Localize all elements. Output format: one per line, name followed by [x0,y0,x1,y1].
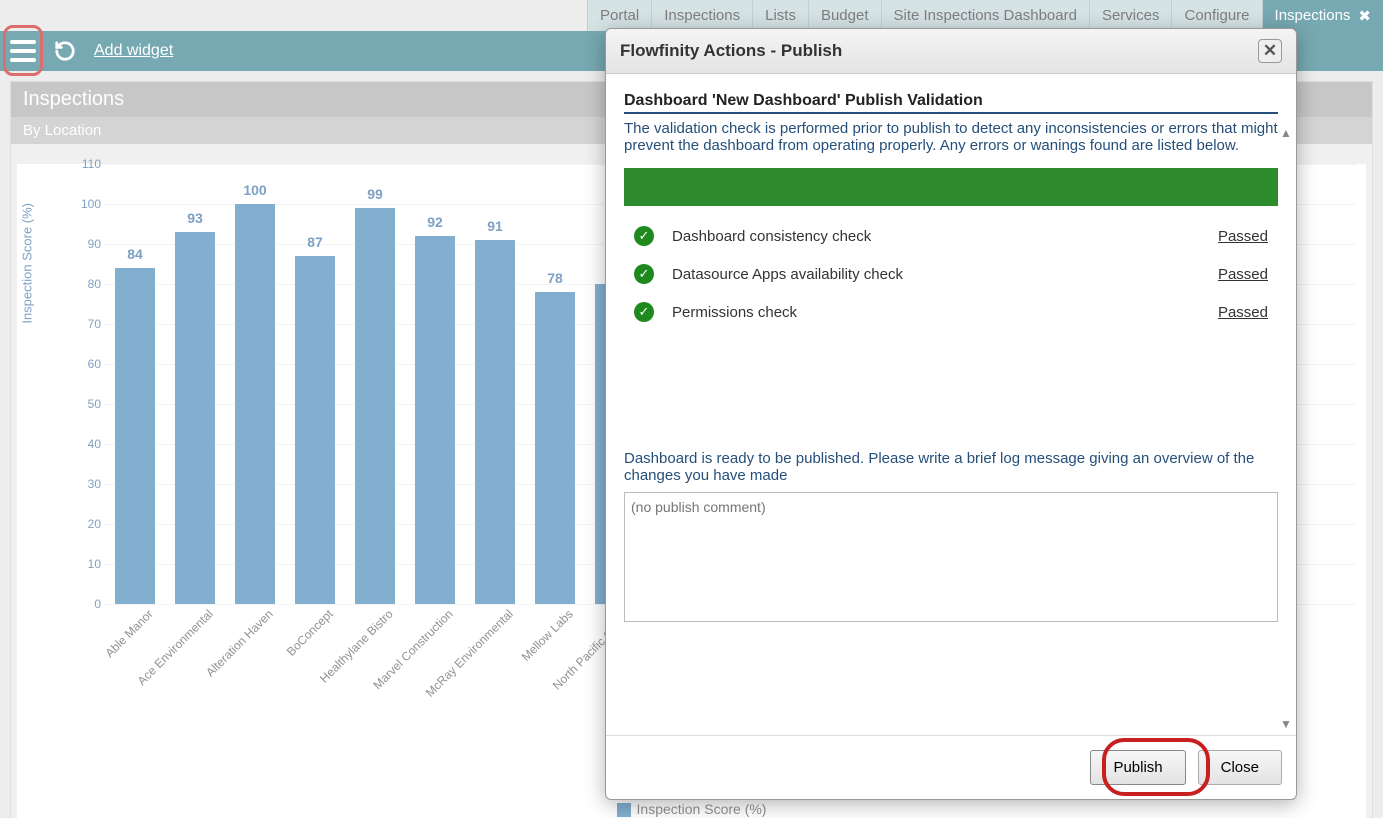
scroll-up-icon[interactable]: ▲ [1280,126,1292,138]
check-label: Permissions check [672,304,797,321]
check-passed-icon: ✓ [634,264,654,284]
dialog-title-text: Flowfinity Actions - Publish [620,41,842,61]
scroll-down-icon[interactable]: ▼ [1280,717,1292,729]
check-label: Dashboard consistency check [672,228,871,245]
close-button[interactable]: Close [1198,750,1282,785]
validation-checks-list: ✓ Dashboard consistency check Passed ✓ Datas… [624,226,1278,340]
publish-dialog: Flowfinity Actions - Publish ✕ ▲ Dashboa… [605,28,1297,800]
check-status[interactable]: Passed [1218,304,1268,321]
validation-check-row: ✓ Dashboard consistency check Passed [634,226,1268,246]
publish-button[interactable]: Publish [1090,750,1185,785]
dialog-titlebar: Flowfinity Actions - Publish ✕ [606,29,1296,74]
validation-check-row: ✓ Permissions check Passed [634,302,1268,322]
dialog-heading: Dashboard 'New Dashboard' Publish Valida… [624,92,1278,114]
dialog-close-button[interactable]: ✕ [1258,39,1282,63]
check-status[interactable]: Passed [1218,266,1268,283]
publish-comment-input[interactable] [624,492,1278,622]
dialog-body: ▲ Dashboard 'New Dashboard' Publish Vali… [606,74,1296,735]
check-passed-icon: ✓ [634,226,654,246]
ready-message: Dashboard is ready to be published. Plea… [624,450,1278,484]
dialog-footer: Publish Close [606,735,1296,799]
check-status[interactable]: Passed [1218,228,1268,245]
validation-success-banner [624,168,1278,206]
check-label: Datasource Apps availability check [672,266,903,283]
validation-check-row: ✓ Datasource Apps availability check Passe… [634,264,1268,284]
check-passed-icon: ✓ [634,302,654,322]
dialog-description: The validation check is performed prior … [624,120,1278,154]
